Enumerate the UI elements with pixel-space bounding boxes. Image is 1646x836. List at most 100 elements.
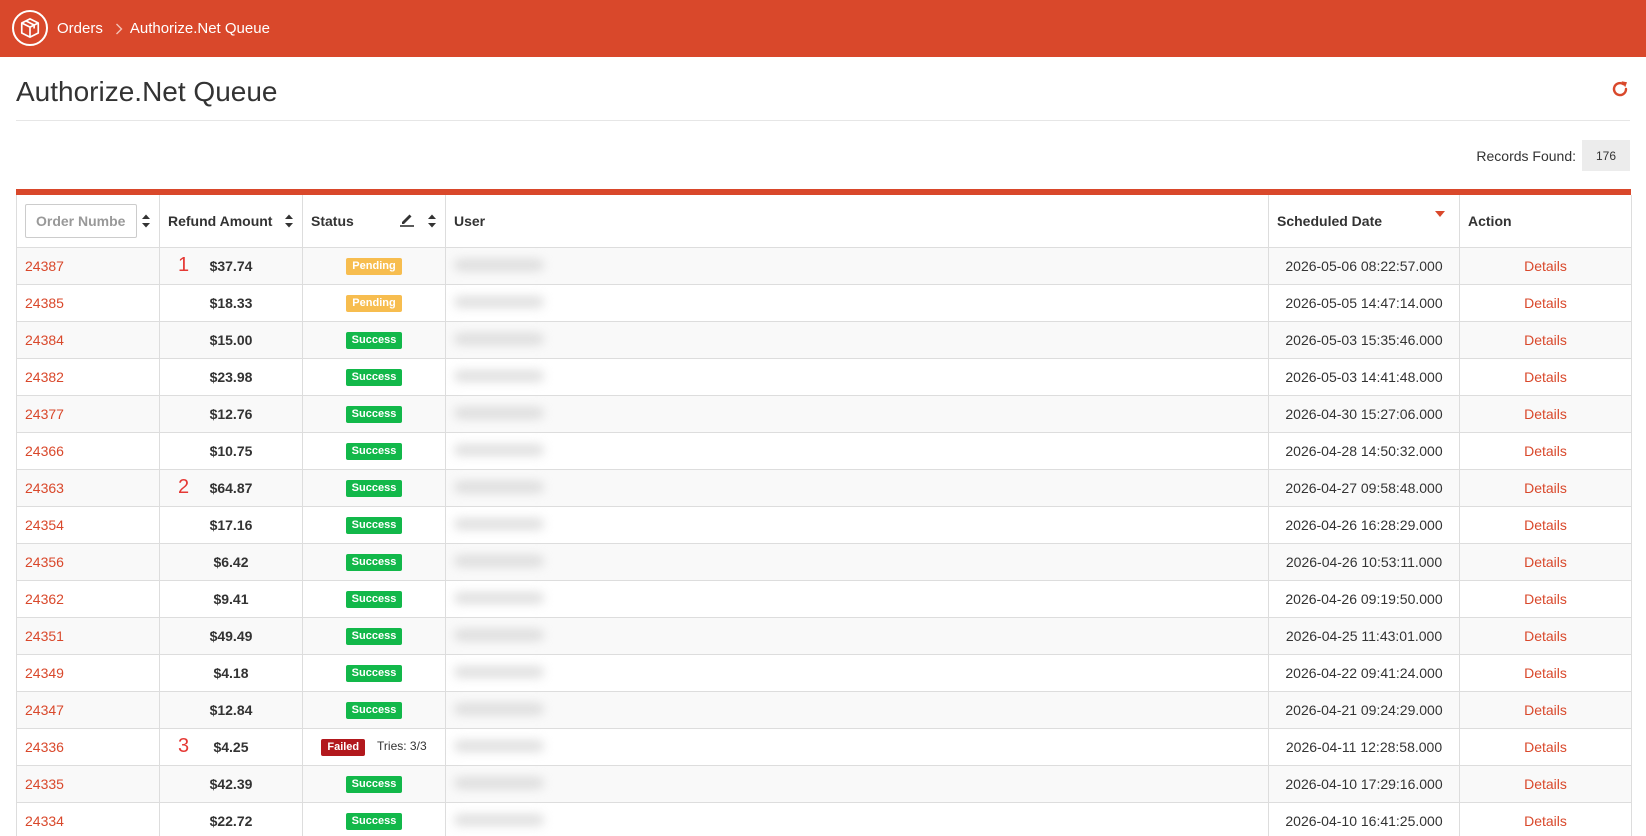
user-redacted xyxy=(454,406,544,419)
refund-amount-cell: $42.39 xyxy=(159,764,303,803)
header-divider xyxy=(16,120,1630,121)
details-link[interactable]: Details xyxy=(1524,332,1567,348)
details-link[interactable]: Details xyxy=(1524,258,1567,274)
details-link[interactable]: Details xyxy=(1524,480,1567,496)
details-link[interactable]: Details xyxy=(1524,517,1567,533)
details-link[interactable]: Details xyxy=(1524,406,1567,422)
status-cell: Success xyxy=(302,431,446,470)
order-number-link[interactable]: 24362 xyxy=(25,591,64,607)
details-link[interactable]: Details xyxy=(1524,739,1567,755)
table-row: 24363 2 $64.87 Success 2026-04-27 09:58:… xyxy=(16,468,1632,507)
order-number-link[interactable]: 24336 xyxy=(25,739,64,755)
top-bar: Orders Authorize.Net Queue xyxy=(0,0,1646,57)
details-link[interactable]: Details xyxy=(1524,702,1567,718)
scheduled-date-cell: 2026-04-25 11:43:01.000 xyxy=(1268,616,1460,655)
details-link[interactable]: Details xyxy=(1524,665,1567,681)
column-order-number xyxy=(16,195,160,248)
user-cell xyxy=(445,801,1269,836)
order-number-cell: 24336 xyxy=(16,727,160,766)
user-redacted xyxy=(454,554,544,567)
details-link[interactable]: Details xyxy=(1524,813,1567,829)
refund-amount-cell: $18.33 xyxy=(159,283,303,322)
user-cell xyxy=(445,431,1269,470)
refund-amount-cell: $4.18 xyxy=(159,653,303,692)
column-refund-amount[interactable]: Refund Amount xyxy=(159,195,303,248)
order-number-link[interactable]: 24384 xyxy=(25,332,64,348)
refund-amount: $64.87 xyxy=(209,479,253,496)
order-number-cell: 24334 xyxy=(16,801,160,836)
user-redacted xyxy=(454,517,544,530)
user-redacted xyxy=(454,480,544,493)
column-action-label: Action xyxy=(1468,212,1512,229)
refund-amount: $4.25 xyxy=(213,738,249,755)
sort-desc-icon[interactable] xyxy=(1435,211,1445,217)
sort-updown-icon[interactable] xyxy=(284,213,294,229)
column-status[interactable]: Status xyxy=(302,195,446,248)
table-row: 24347 $12.84 Success 2026-04-21 09:24:29… xyxy=(16,690,1632,729)
table-row: 24377 $12.76 Success 2026-04-30 15:27:06… xyxy=(16,394,1632,433)
details-link[interactable]: Details xyxy=(1524,591,1567,607)
sort-updown-icon[interactable] xyxy=(141,213,151,229)
user-redacted xyxy=(454,369,544,382)
refresh-icon[interactable] xyxy=(1610,79,1630,99)
action-cell: Details xyxy=(1459,468,1632,507)
action-cell: Details xyxy=(1459,394,1632,433)
status-cell: Pending xyxy=(302,246,446,285)
status-badge: Success xyxy=(345,517,403,534)
order-number-cell: 24347 xyxy=(16,690,160,729)
refund-amount-cell: 3 $4.25 xyxy=(159,727,303,766)
order-number-link[interactable]: 24356 xyxy=(25,554,64,570)
details-link[interactable]: Details xyxy=(1524,295,1567,311)
scheduled-date-cell: 2026-04-26 10:53:11.000 xyxy=(1268,542,1460,581)
order-number-link[interactable]: 24347 xyxy=(25,702,64,718)
user-redacted xyxy=(454,665,544,678)
order-number-link[interactable]: 24385 xyxy=(25,295,64,311)
order-number-link[interactable]: 24366 xyxy=(25,443,64,459)
user-redacted xyxy=(454,591,544,604)
pencil-icon[interactable] xyxy=(399,211,415,230)
package-box-icon[interactable] xyxy=(12,10,48,46)
order-number-link[interactable]: 24354 xyxy=(25,517,64,533)
order-number-cell: 24377 xyxy=(16,394,160,433)
user-cell xyxy=(445,579,1269,618)
status-cell: Success xyxy=(302,468,446,507)
breadcrumb-orders-link[interactable]: Orders xyxy=(57,20,103,37)
status-cell: Success xyxy=(302,542,446,581)
details-link[interactable]: Details xyxy=(1524,443,1567,459)
order-number-link[interactable]: 24377 xyxy=(25,406,64,422)
order-number-cell: 24335 xyxy=(16,764,160,803)
user-redacted xyxy=(454,332,544,345)
details-link[interactable]: Details xyxy=(1524,554,1567,570)
column-status-label: Status xyxy=(311,212,354,229)
status-badge: Success xyxy=(345,406,403,423)
details-link[interactable]: Details xyxy=(1524,776,1567,792)
details-link[interactable]: Details xyxy=(1524,369,1567,385)
order-number-filter-input[interactable] xyxy=(25,203,137,238)
table-row: 24354 $17.16 Success 2026-04-26 16:28:29… xyxy=(16,505,1632,544)
order-number-cell: 24349 xyxy=(16,653,160,692)
refund-amount: $22.72 xyxy=(209,812,253,829)
order-number-link[interactable]: 24351 xyxy=(25,628,64,644)
user-redacted xyxy=(454,776,544,789)
status-badge: Success xyxy=(345,369,403,386)
order-number-link[interactable]: 24349 xyxy=(25,665,64,681)
sort-updown-icon[interactable] xyxy=(427,213,437,229)
refund-amount-cell: $10.75 xyxy=(159,431,303,470)
refund-amount: $49.49 xyxy=(209,627,253,644)
user-cell xyxy=(445,542,1269,581)
scheduled-date-cell: 2026-04-10 16:41:25.000 xyxy=(1268,801,1460,836)
order-number-link[interactable]: 24334 xyxy=(25,813,64,829)
column-scheduled-date[interactable]: Scheduled Date xyxy=(1268,195,1460,248)
action-cell: Details xyxy=(1459,246,1632,285)
column-action: Action xyxy=(1459,195,1632,248)
order-number-link[interactable]: 24382 xyxy=(25,369,64,385)
scheduled-date-cell: 2026-05-03 14:41:48.000 xyxy=(1268,357,1460,396)
queue-table-container: Refund Amount Status xyxy=(16,189,1632,836)
details-link[interactable]: Details xyxy=(1524,628,1567,644)
order-number-link[interactable]: 24363 xyxy=(25,480,64,496)
order-number-link[interactable]: 24387 xyxy=(25,258,64,274)
user-cell xyxy=(445,246,1269,285)
order-number-link[interactable]: 24335 xyxy=(25,776,64,792)
status-cell: Success xyxy=(302,505,446,544)
order-number-cell: 24354 xyxy=(16,505,160,544)
